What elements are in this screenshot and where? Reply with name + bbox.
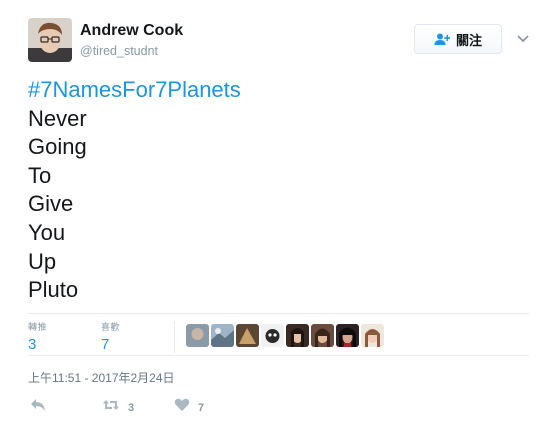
tweet-line: Give: [28, 191, 74, 217]
follow-button-label: 關注: [455, 32, 482, 48]
tweet-line: To: [28, 162, 52, 188]
tweet-line: Going: [28, 134, 87, 160]
retweet-icon: [102, 398, 120, 417]
stats-bottom-divider: [28, 355, 529, 356]
tweet-text: #7NamesFor7Planets Never Going To Give Y…: [28, 76, 241, 305]
liker-avatar[interactable]: [286, 324, 309, 347]
author-avatar[interactable]: [28, 18, 72, 62]
likers-avatars: [186, 324, 384, 347]
liker-avatar[interactable]: [186, 324, 209, 347]
reply-icon: [30, 398, 46, 417]
author-display-name[interactable]: Andrew Cook: [80, 22, 183, 40]
stats-separator: [174, 321, 175, 353]
liker-avatar[interactable]: [236, 324, 259, 347]
follow-person-plus-icon: [434, 33, 451, 45]
likes-count: 7: [101, 336, 110, 353]
tweet-line: Pluto: [28, 277, 79, 303]
retweet-button[interactable]: 3: [102, 398, 134, 417]
liker-avatar[interactable]: [261, 324, 284, 347]
hashtag-link[interactable]: #7NamesFor7Planets: [28, 76, 241, 105]
liker-avatar[interactable]: [336, 324, 359, 347]
retweets-stat[interactable]: 轉推 3: [28, 320, 47, 353]
likes-stat[interactable]: 喜歡 7: [101, 320, 120, 353]
like-action-count: 7: [198, 401, 205, 414]
chevron-down-icon[interactable]: [515, 32, 531, 44]
retweet-action-count: 3: [128, 401, 135, 414]
tweet-card: Andrew Cook @tired_studnt 關注 #7NamesFor7…: [0, 0, 553, 432]
retweets-label: 轉推: [28, 322, 48, 332]
heart-icon: [174, 398, 190, 417]
retweets-count: 3: [28, 336, 37, 353]
follow-button[interactable]: 關注: [414, 24, 502, 54]
likes-label: 喜歡: [101, 322, 121, 332]
liker-avatar[interactable]: [211, 324, 234, 347]
author-screen-name[interactable]: @tired_studnt: [80, 44, 158, 58]
tweet-line: Never: [28, 105, 87, 131]
stats-top-divider: [28, 313, 529, 314]
like-button[interactable]: 7: [174, 398, 204, 417]
tweet-timestamp[interactable]: 上午11:51 - 2017年2月24日: [28, 369, 175, 386]
liker-avatar[interactable]: [361, 324, 384, 347]
tweet-line: You: [28, 219, 66, 245]
tweet-line: Up: [28, 248, 57, 274]
liker-avatar[interactable]: [311, 324, 334, 347]
reply-button[interactable]: [30, 398, 46, 417]
